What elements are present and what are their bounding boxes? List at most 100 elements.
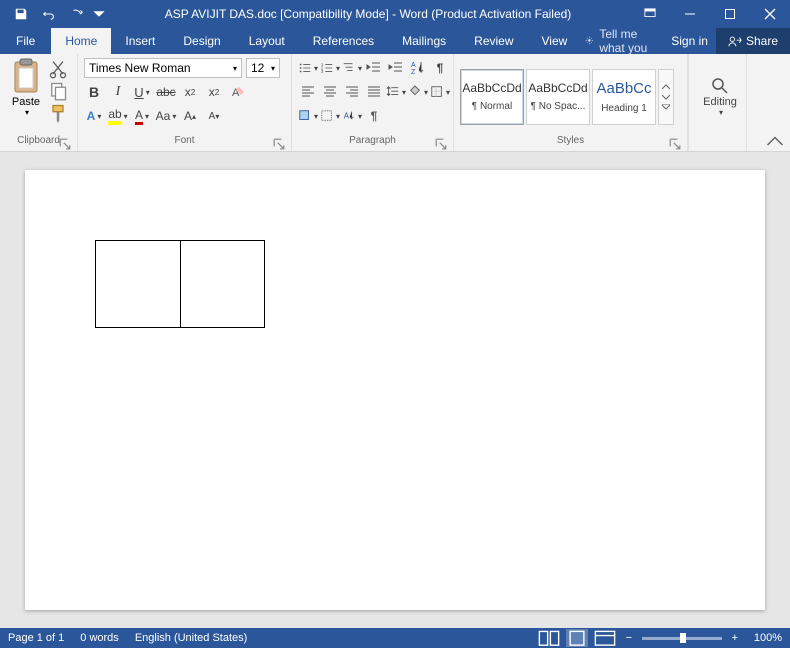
document-table[interactable] bbox=[95, 240, 265, 328]
tab-insert[interactable]: Insert bbox=[111, 28, 169, 54]
zoom-in-button[interactable]: + bbox=[728, 632, 742, 644]
styles-group-label: Styles bbox=[460, 135, 681, 151]
font-color-button[interactable]: A bbox=[132, 106, 152, 126]
group-editing: Editing bbox=[689, 54, 747, 151]
ribbon: Paste Clipboard Times New Roman▾ 12▾ B I… bbox=[0, 54, 790, 152]
window-controls bbox=[630, 0, 790, 28]
shading-button[interactable] bbox=[408, 82, 428, 102]
font-name-combo[interactable]: Times New Roman▾ bbox=[84, 58, 242, 78]
editing-button[interactable]: Editing bbox=[703, 76, 737, 117]
maximize-button[interactable] bbox=[710, 0, 750, 28]
tell-me-label: Tell me what you bbox=[599, 28, 663, 54]
style-name: ¶ No Spac... bbox=[531, 101, 586, 112]
zoom-slider[interactable] bbox=[642, 637, 722, 640]
change-case-button[interactable]: Aa bbox=[156, 106, 176, 126]
undo-button[interactable] bbox=[36, 1, 62, 27]
statusbar: Page 1 of 1 0 words English (United Stat… bbox=[0, 628, 790, 648]
table-cell[interactable] bbox=[96, 241, 181, 327]
style-sample: AaBbCcDd bbox=[462, 81, 521, 95]
save-button[interactable] bbox=[8, 1, 34, 27]
print-layout-button[interactable] bbox=[566, 629, 588, 647]
share-label: Share bbox=[746, 34, 778, 48]
web-layout-button[interactable] bbox=[594, 629, 616, 647]
share-button[interactable]: Share bbox=[716, 28, 790, 54]
align-left-button[interactable] bbox=[298, 82, 318, 102]
align-center-button[interactable] bbox=[320, 82, 340, 102]
font-launcher[interactable] bbox=[273, 138, 285, 150]
tab-home[interactable]: Home bbox=[51, 28, 111, 54]
paragraph-mark-button[interactable]: ¶ bbox=[364, 106, 384, 126]
minimize-button[interactable] bbox=[670, 0, 710, 28]
fill-effects-button[interactable] bbox=[298, 106, 318, 126]
tab-mailings[interactable]: Mailings bbox=[388, 28, 460, 54]
paragraph-launcher[interactable] bbox=[435, 138, 447, 150]
tab-layout[interactable]: Layout bbox=[235, 28, 299, 54]
document-area[interactable] bbox=[0, 152, 790, 628]
decrease-indent-button[interactable] bbox=[364, 58, 384, 78]
zoom-level[interactable]: 100% bbox=[754, 632, 782, 644]
underline-button[interactable]: U bbox=[132, 82, 152, 102]
group-paragraph: 123 AZ ¶ A ¶ Par bbox=[292, 54, 454, 151]
read-mode-button[interactable] bbox=[538, 629, 560, 647]
strikethrough-button[interactable]: abc bbox=[156, 82, 176, 102]
numbering-button[interactable]: 123 bbox=[320, 58, 340, 78]
styles-gallery-more[interactable] bbox=[658, 69, 674, 125]
italic-button[interactable]: I bbox=[108, 82, 128, 102]
tab-design[interactable]: Design bbox=[169, 28, 234, 54]
tab-references[interactable]: References bbox=[299, 28, 388, 54]
status-language[interactable]: English (United States) bbox=[135, 632, 248, 644]
style-sample: AaBbCcDd bbox=[528, 81, 587, 95]
qat-customize-button[interactable] bbox=[92, 1, 106, 27]
text-effects-button[interactable]: A bbox=[84, 106, 104, 126]
svg-text:A: A bbox=[411, 62, 416, 69]
redo-button[interactable] bbox=[64, 1, 90, 27]
paste-button[interactable]: Paste bbox=[6, 58, 46, 117]
style-normal[interactable]: AaBbCcDd ¶ Normal bbox=[460, 69, 524, 125]
style-no-spacing[interactable]: AaBbCcDd ¶ No Spac... bbox=[526, 69, 590, 125]
zoom-thumb[interactable] bbox=[680, 633, 686, 643]
font-group-label: Font bbox=[84, 135, 285, 151]
para-borders-button[interactable] bbox=[320, 106, 340, 126]
justify-button[interactable] bbox=[364, 82, 384, 102]
ribbon-display-button[interactable] bbox=[630, 0, 670, 28]
clipboard-launcher[interactable] bbox=[59, 138, 71, 150]
style-sample: AaBbCc bbox=[596, 80, 651, 97]
close-button[interactable] bbox=[750, 0, 790, 28]
sign-in-button[interactable]: Sign in bbox=[663, 28, 716, 54]
highlight-button[interactable]: ab bbox=[108, 106, 128, 126]
zoom-out-button[interactable]: − bbox=[622, 632, 636, 644]
multilevel-list-button[interactable] bbox=[342, 58, 362, 78]
shrink-font-button[interactable]: A▾ bbox=[204, 106, 224, 126]
cut-button[interactable] bbox=[48, 60, 68, 78]
copy-button[interactable] bbox=[48, 82, 68, 100]
increase-indent-button[interactable] bbox=[386, 58, 406, 78]
line-spacing-button[interactable] bbox=[386, 82, 406, 102]
subscript-button[interactable]: x2 bbox=[180, 82, 200, 102]
status-words[interactable]: 0 words bbox=[80, 632, 119, 644]
bold-button[interactable]: B bbox=[84, 82, 104, 102]
window-title: ASP AVIJIT DAS.doc [Compatibility Mode] … bbox=[106, 7, 630, 21]
sort-button[interactable]: AZ bbox=[408, 58, 428, 78]
bullets-button[interactable] bbox=[298, 58, 318, 78]
grow-font-button[interactable]: A▴ bbox=[180, 106, 200, 126]
status-page[interactable]: Page 1 of 1 bbox=[8, 632, 64, 644]
tell-me-search[interactable]: Tell me what you bbox=[581, 28, 663, 54]
tab-file[interactable]: File bbox=[0, 28, 51, 54]
style-heading-1[interactable]: AaBbCc Heading 1 bbox=[592, 69, 656, 125]
superscript-button[interactable]: x2 bbox=[204, 82, 224, 102]
font-size-combo[interactable]: 12▾ bbox=[246, 58, 280, 78]
table-cell[interactable] bbox=[181, 241, 265, 327]
styles-launcher[interactable] bbox=[669, 138, 681, 150]
tab-view[interactable]: View bbox=[528, 28, 582, 54]
tab-review[interactable]: Review bbox=[460, 28, 527, 54]
align-right-button[interactable] bbox=[342, 82, 362, 102]
collapse-ribbon-button[interactable] bbox=[766, 135, 784, 149]
clear-formatting-button[interactable]: A bbox=[228, 82, 248, 102]
paste-label: Paste bbox=[12, 96, 40, 108]
format-painter-button[interactable] bbox=[48, 104, 68, 122]
document-page[interactable] bbox=[25, 170, 765, 610]
borders-button[interactable] bbox=[430, 82, 450, 102]
sort-para-button[interactable]: A bbox=[342, 106, 362, 126]
show-marks-button[interactable]: ¶ bbox=[430, 58, 450, 78]
editing-label: Editing bbox=[703, 96, 737, 108]
